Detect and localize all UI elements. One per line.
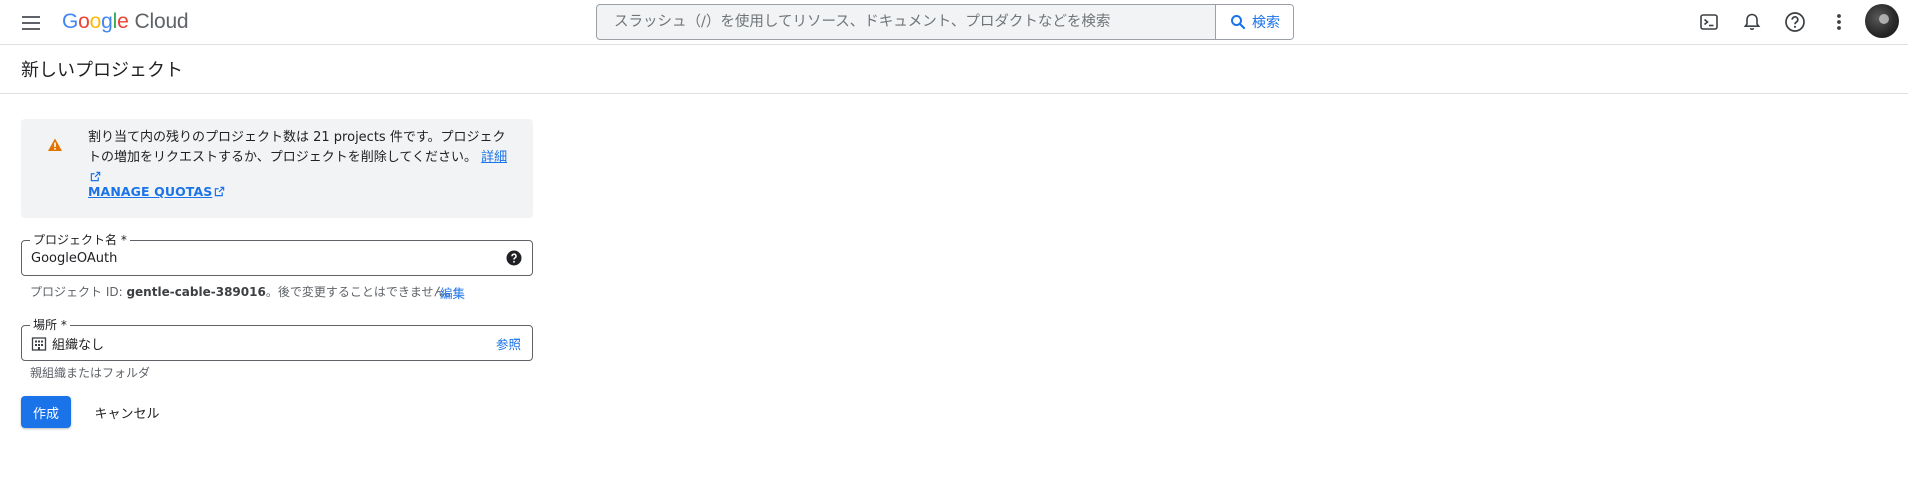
logo-product-name: Cloud <box>134 10 189 33</box>
notifications-icon[interactable] <box>1740 10 1764 34</box>
external-link-icon <box>215 186 225 197</box>
logo-letter: e <box>117 10 129 33</box>
divider <box>0 93 1908 94</box>
location-hint: 親組織またはフォルダ <box>30 366 151 380</box>
project-name-field: プロジェクト名 * <box>21 232 533 276</box>
page-title: 新しいプロジェクト <box>21 60 183 81</box>
search-button-label: 検索 <box>1252 15 1280 31</box>
search-icon <box>1231 15 1246 30</box>
quota-warning-box: 割り当て内の残りのプロジェクト数は 21 projects 件です。プロジェクト… <box>21 119 533 218</box>
project-id-prefix: プロジェクト ID: <box>30 285 127 299</box>
help-circle-icon[interactable] <box>506 250 522 266</box>
cancel-button[interactable]: キャンセル <box>85 396 169 428</box>
manage-quotas-label: MANAGE QUOTAS <box>88 184 213 199</box>
search-bar: 検索 <box>596 4 1294 40</box>
logo-letter: g <box>101 10 113 33</box>
location-field[interactable]: 場所 * 組織なし 参照 <box>21 317 533 361</box>
menu-icon[interactable] <box>19 12 43 34</box>
quota-warning-message: 割り当て内の残りのプロジェクト数は 21 projects 件です。プロジェクト… <box>88 130 506 165</box>
create-button[interactable]: 作成 <box>21 396 71 428</box>
google-cloud-logo[interactable]: Google Cloud <box>62 9 189 35</box>
project-id-hint: プロジェクト ID: gentle-cable-389016。後で変更することは… <box>30 283 457 300</box>
help-icon[interactable] <box>1783 10 1807 34</box>
logo-letter: G <box>62 10 79 33</box>
external-link-icon <box>90 171 101 182</box>
search-input[interactable] <box>597 5 1217 39</box>
logo-letter: o <box>78 10 90 33</box>
project-name-label: プロジェクト名 * <box>30 232 130 248</box>
manage-quotas-link[interactable]: MANAGE QUOTAS <box>88 184 225 199</box>
search-button[interactable]: 検索 <box>1215 5 1293 39</box>
location-value: 組織なし <box>52 338 105 353</box>
location-label: 場所 * <box>30 317 70 333</box>
project-name-input[interactable] <box>31 247 501 269</box>
browse-link[interactable]: 参照 <box>496 334 521 353</box>
organization-building-icon <box>31 337 47 351</box>
cloud-shell-icon[interactable] <box>1697 10 1721 34</box>
avatar[interactable] <box>1865 4 1899 38</box>
quota-warning-text: 割り当て内の残りのプロジェクト数は 21 projects 件です。プロジェクト… <box>88 128 518 188</box>
details-link[interactable]: 詳細 <box>481 150 507 165</box>
warning-icon <box>48 138 62 151</box>
more-vert-icon[interactable] <box>1827 10 1851 34</box>
top-bar: Google Cloud 検索 <box>0 0 1908 45</box>
project-id-suffix: 。後で変更することはできません。 <box>265 285 458 299</box>
project-id-value: gentle-cable-389016 <box>126 285 266 299</box>
edit-project-id-link[interactable]: 編集 <box>440 283 465 302</box>
logo-letter: o <box>89 10 102 33</box>
